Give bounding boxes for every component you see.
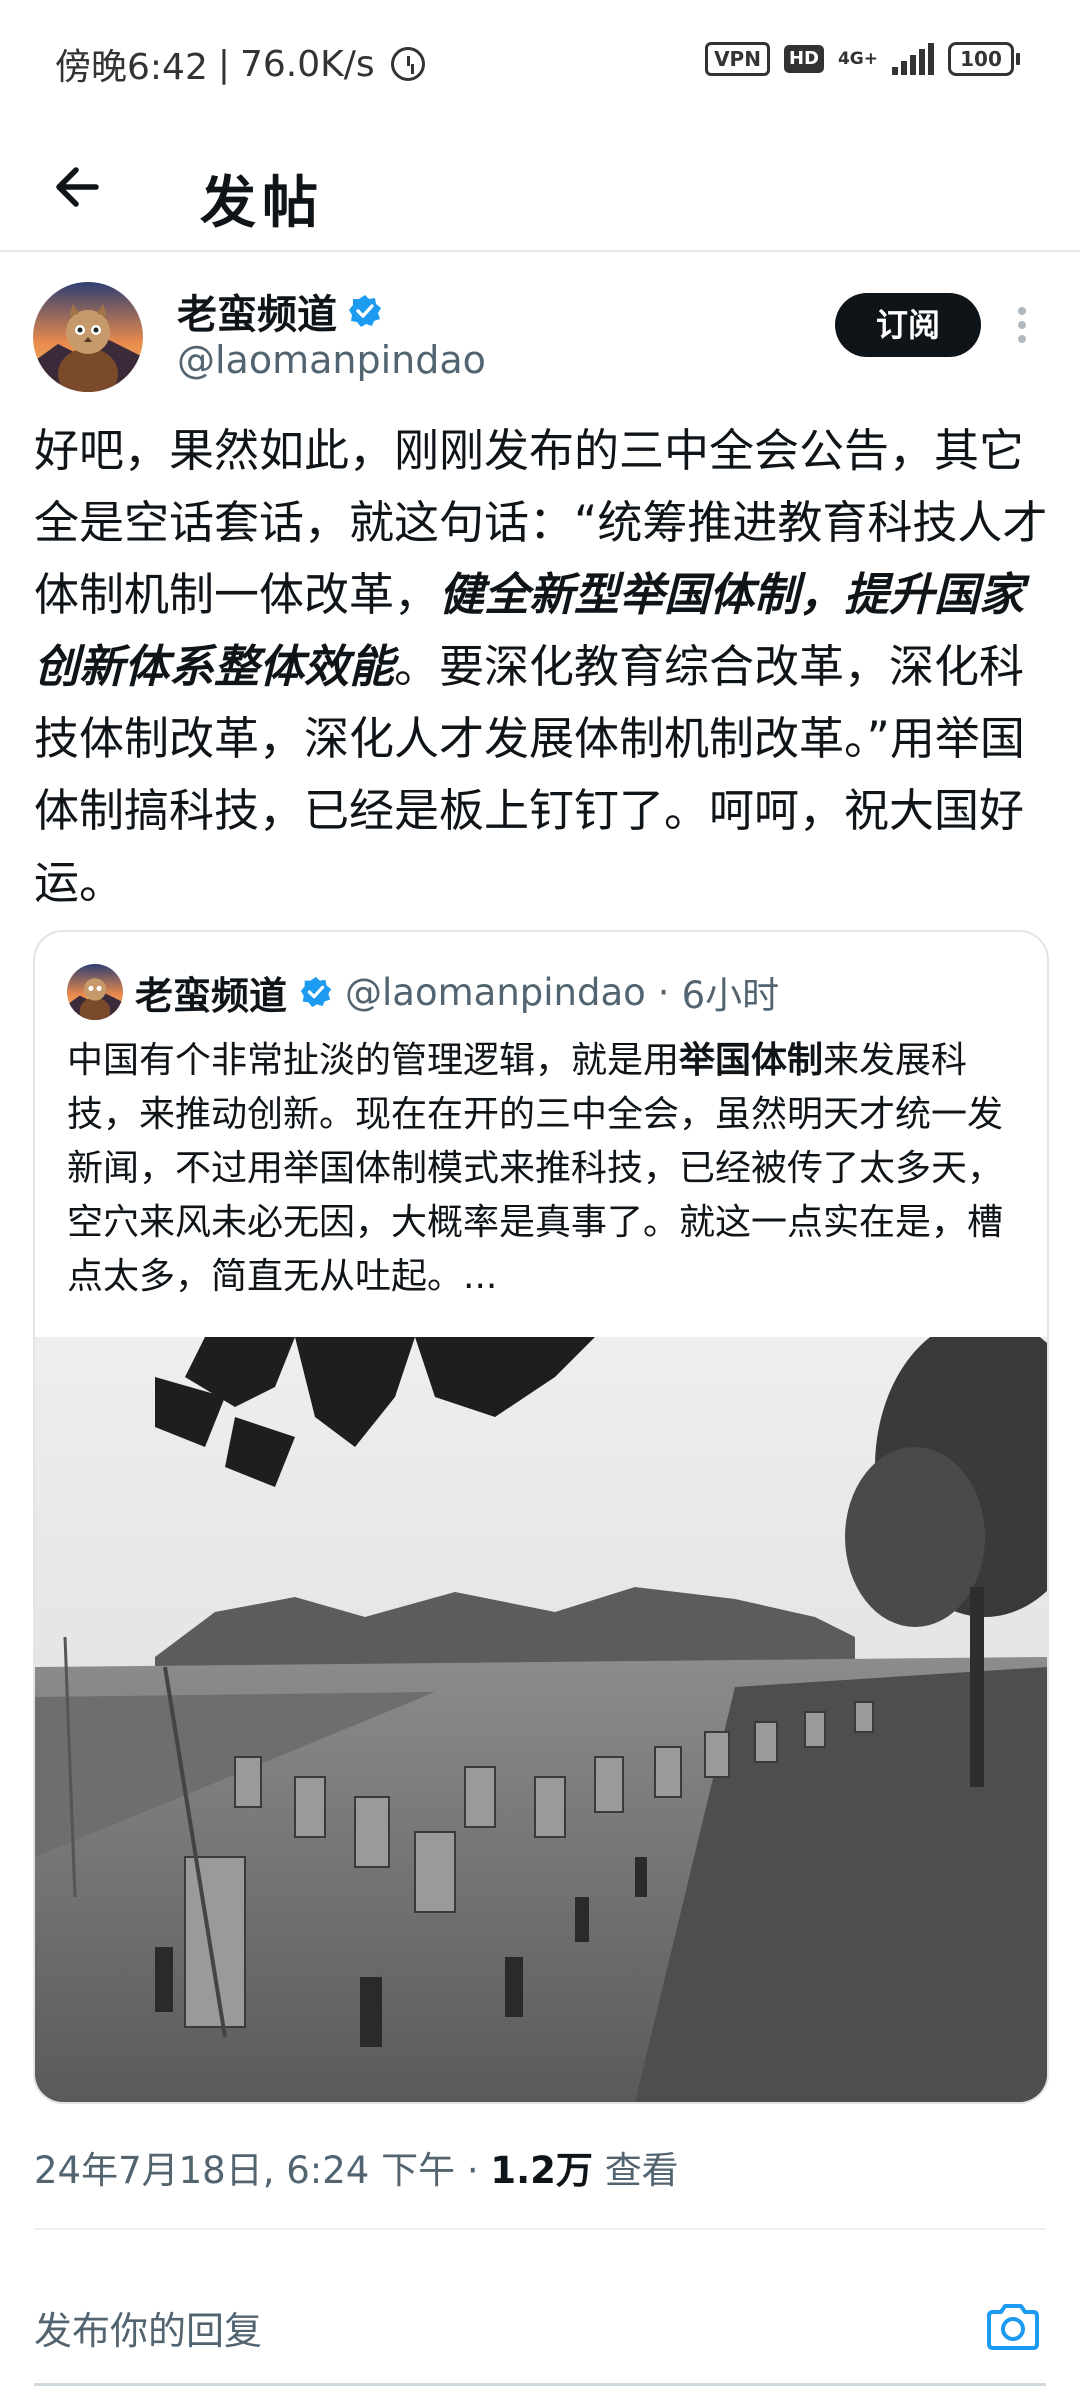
reply-underline xyxy=(34,2383,1046,2386)
status-left: 傍晚6:42 | 76.0K/s xyxy=(55,38,425,90)
battery-tip xyxy=(1016,53,1020,65)
post-timestamp: 24年7月18日, 6:24 下午 xyxy=(34,2149,456,2192)
quote-dot: · xyxy=(657,970,670,1014)
status-speed: 76.0K/s xyxy=(239,43,375,85)
back-button[interactable] xyxy=(44,152,114,222)
status-right: VPN HD 4G+ 100 xyxy=(705,42,1020,76)
quote-header: 老蛮频道 @laomanpindao · 6小时 xyxy=(67,964,779,1020)
post-meta: 24年7月18日, 6:24 下午 · 1.2万 查看 xyxy=(34,2140,679,2194)
author-name-row[interactable]: 老蛮频道 xyxy=(177,282,383,340)
quote-photo[interactable] xyxy=(35,1337,1047,2102)
quoted-post-card[interactable]: 老蛮频道 @laomanpindao · 6小时 中国有个非常扯淡的管理逻辑，就… xyxy=(33,930,1049,2104)
verified-icon xyxy=(300,976,332,1008)
verified-icon xyxy=(349,295,381,327)
quote-text-bold: 举国体制 xyxy=(679,1040,824,1081)
camera-icon[interactable] xyxy=(985,2302,1041,2352)
more-icon[interactable] xyxy=(1016,307,1028,347)
quote-avatar xyxy=(67,964,123,1020)
signal-icon xyxy=(892,43,934,75)
avatar-image xyxy=(33,282,143,392)
subscribe-button[interactable]: 订阅 xyxy=(835,293,981,357)
status-bar: 傍晚6:42 | 76.0K/s VPN HD 4G+ 100 xyxy=(0,0,1080,120)
top-app-bar: 发帖 xyxy=(0,120,1080,252)
quote-author-handle: @laomanpindao xyxy=(345,970,646,1014)
quote-author-name: 老蛮频道 xyxy=(135,973,288,1018)
reply-input[interactable]: 发布你的回复 xyxy=(34,2300,262,2355)
vpn-badge: VPN xyxy=(705,42,770,76)
back-arrow-icon xyxy=(56,167,99,207)
quote-text-part-1: 中国有个非常扯淡的管理逻辑，就是用 xyxy=(67,1040,680,1081)
status-time: 傍晚6:42 xyxy=(55,47,208,88)
page-title: 发帖 xyxy=(200,171,324,236)
avatar[interactable] xyxy=(33,282,143,392)
status-separator: | xyxy=(217,43,230,85)
network-type-label: 4G+ xyxy=(837,48,878,69)
quote-text: 中国有个非常扯淡的管理逻辑，就是用举国体制来发展科技，来推动创新。现在在开的三中… xyxy=(67,1034,1017,1304)
hd-badge: HD xyxy=(783,45,824,73)
post-text: 好吧，果然如此，刚刚发布的三中全会公告，其它全是空话套话，就这句话：“统筹推进教… xyxy=(34,415,1054,919)
author-handle[interactable]: @laomanpindao xyxy=(177,338,486,382)
battery-level: 100 xyxy=(948,42,1014,76)
author-name: 老蛮频道 xyxy=(177,292,337,338)
battery-icon: 100 xyxy=(948,42,1020,76)
views-label: 查看 xyxy=(604,2149,679,2192)
divider xyxy=(34,2228,1046,2230)
meta-dot: · xyxy=(466,2149,491,2192)
alarm-icon xyxy=(390,47,425,81)
quote-time: 6小时 xyxy=(681,974,780,1017)
views-count: 1.2万 xyxy=(490,2149,593,2192)
